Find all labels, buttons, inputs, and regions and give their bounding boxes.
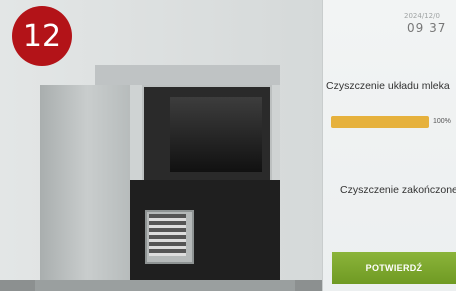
cleaning-done-title: Czyszczenie zakończone xyxy=(340,184,456,196)
touch-panel xyxy=(322,0,456,291)
machine-base xyxy=(35,280,295,291)
time-label: 09 37 xyxy=(407,21,447,35)
machine-side-panel xyxy=(40,85,135,285)
drip-tray-grid xyxy=(149,214,186,256)
step-number-badge: 12 xyxy=(12,6,72,66)
photo-background: 12 2024/12/0 09 37 Czyszczenie układu ml… xyxy=(0,0,456,291)
date-label: 2024/12/0 xyxy=(404,12,440,20)
progress-fill xyxy=(331,116,429,128)
milk-cleaning-title: Czyszczenie układu mleka xyxy=(326,80,450,92)
confirm-button[interactable]: POTWIERDŹ xyxy=(332,252,456,284)
progress-percent: 100% xyxy=(433,118,451,125)
machine-screen xyxy=(170,97,262,172)
machine-top xyxy=(95,65,280,87)
progress-bar xyxy=(331,116,429,128)
